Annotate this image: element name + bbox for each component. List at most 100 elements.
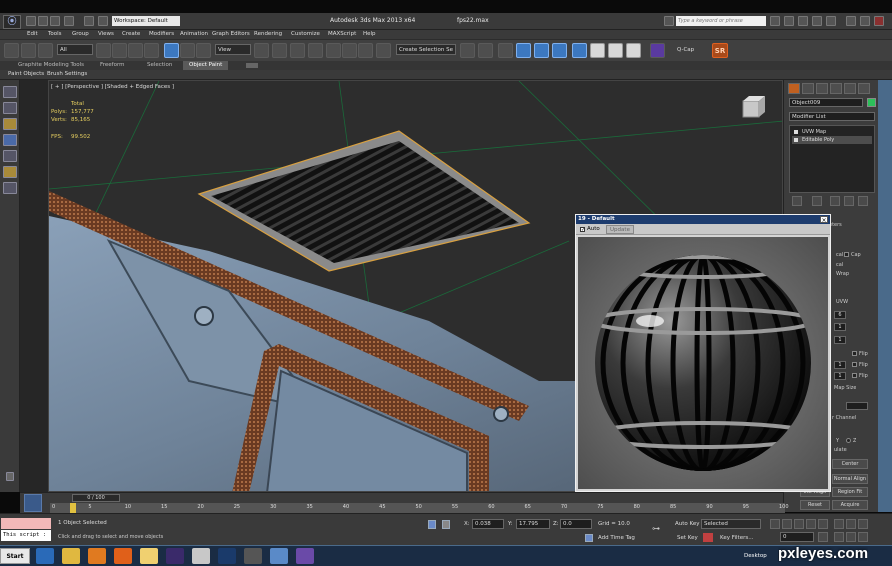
utility-icon[interactable] <box>3 182 17 194</box>
communication-icon[interactable] <box>798 16 808 26</box>
select-link-icon[interactable] <box>4 43 19 58</box>
preview-window-title[interactable]: 19 - Default <box>576 215 830 224</box>
rect-selection-icon[interactable] <box>128 43 143 58</box>
open-file-icon[interactable] <box>38 16 48 26</box>
menu-group[interactable]: Group <box>72 31 89 37</box>
reference-coord-dropdown[interactable]: View <box>215 44 251 55</box>
workspace-dropdown[interactable]: Workspace: Default <box>112 16 180 26</box>
close-icon[interactable] <box>874 16 884 26</box>
play-icon[interactable] <box>794 519 804 529</box>
menu-customize[interactable]: Customize <box>291 31 320 37</box>
search-input[interactable] <box>676 16 766 26</box>
u-tile-spinner[interactable]: 6 <box>834 311 846 319</box>
stack-item-uvw-map[interactable]: UVW Map <box>792 128 872 136</box>
auto-key-button[interactable]: Auto Key <box>675 521 700 527</box>
after-effects-icon[interactable] <box>166 548 184 564</box>
time-config-icon[interactable] <box>818 532 828 542</box>
modifier-list-dropdown[interactable]: Modifier List <box>789 112 875 121</box>
folder-icon[interactable] <box>62 548 80 564</box>
flip-w-checkbox[interactable] <box>852 373 857 378</box>
z-axis-radio[interactable] <box>846 438 851 443</box>
menu-maxscript[interactable]: MAXScript <box>328 31 356 37</box>
curve-editor-icon[interactable] <box>534 43 549 58</box>
3dsmax-icon[interactable] <box>244 548 262 564</box>
menu-modifiers[interactable]: Modifiers <box>149 31 174 37</box>
named-selection-set-dropdown[interactable]: Create Selection Se <box>396 44 456 55</box>
zoom-icon[interactable] <box>834 519 844 529</box>
auto-checkbox[interactable]: ✓ <box>580 227 585 233</box>
ribbon-options-icon[interactable] <box>246 63 258 68</box>
menu-tools[interactable]: Tools <box>48 31 62 37</box>
v-spinner[interactable]: 1 <box>834 372 846 380</box>
fov-icon[interactable] <box>834 532 844 542</box>
tab-selection[interactable]: Selection <box>147 62 172 68</box>
center-button[interactable]: Center <box>832 459 868 469</box>
pin-stack-icon[interactable] <box>792 196 802 206</box>
create-tab-icon[interactable] <box>788 83 800 94</box>
flip-u-checkbox[interactable] <box>852 351 857 356</box>
schematic-view-icon[interactable] <box>552 43 567 58</box>
photoshop-icon[interactable] <box>218 548 236 564</box>
menu-rendering[interactable]: Rendering <box>254 31 282 37</box>
goto-start-icon[interactable] <box>770 519 780 529</box>
spinner-snap-icon[interactable] <box>358 43 373 58</box>
motion-tab-icon[interactable] <box>830 83 842 94</box>
selection-lock-icon[interactable] <box>428 520 436 529</box>
sr-button[interactable]: SR <box>712 43 728 58</box>
timeline-toggle-icon[interactable] <box>24 494 42 512</box>
project-folder-icon[interactable] <box>98 16 108 26</box>
reset-button[interactable]: Reset <box>800 500 830 510</box>
network-icon[interactable] <box>270 548 288 564</box>
film-icon[interactable] <box>192 548 210 564</box>
tab-graphite-modeling[interactable]: Graphite Modeling Tools <box>18 62 84 68</box>
set-key-button[interactable]: Set Key <box>677 535 698 541</box>
firefox-icon[interactable] <box>114 548 132 564</box>
expand-icon[interactable] <box>6 472 14 481</box>
flip-v-checkbox[interactable] <box>852 362 857 367</box>
cap-checkbox[interactable] <box>844 252 849 257</box>
select-object-icon[interactable] <box>96 43 111 58</box>
minimize-icon[interactable] <box>846 16 856 26</box>
help-icon[interactable] <box>826 16 836 26</box>
tab-freeform[interactable]: Freeform <box>100 62 125 68</box>
qcap-label[interactable]: Q-Cap <box>677 47 694 53</box>
x-field[interactable]: 0.038 <box>472 519 504 529</box>
object-name-field[interactable] <box>789 98 863 107</box>
add-time-tag[interactable]: Add Time Tag <box>598 535 635 541</box>
normal-align-button[interactable]: Normal Align <box>832 474 868 484</box>
percent-snap-icon[interactable] <box>342 43 357 58</box>
key-filters-button[interactable]: Key Filters... <box>720 535 753 541</box>
unlink-icon[interactable] <box>21 43 36 58</box>
select-by-name-icon[interactable] <box>112 43 127 58</box>
select-move-icon[interactable] <box>164 43 179 58</box>
paint-objects-item[interactable]: Paint Objects <box>8 71 44 77</box>
window-min-icon[interactable] <box>664 16 674 26</box>
start-button[interactable]: Start <box>0 548 30 564</box>
tab-object-paint[interactable]: Object Paint <box>183 61 229 70</box>
window-crossing-icon[interactable] <box>144 43 159 58</box>
next-frame-icon[interactable] <box>806 519 816 529</box>
app-logo-icon[interactable]: ⦿ <box>3 15 21 29</box>
subscription-icon[interactable] <box>784 16 794 26</box>
region-fit-button[interactable]: Region Fit <box>832 487 868 497</box>
redo-icon[interactable] <box>84 16 94 26</box>
remove-modifier-icon[interactable] <box>844 196 854 206</box>
align-icon[interactable] <box>478 43 493 58</box>
playhead[interactable] <box>70 503 76 513</box>
hierarchy-tab-icon[interactable] <box>816 83 828 94</box>
menu-views[interactable]: Views <box>98 31 114 37</box>
explorer-icon[interactable] <box>140 548 158 564</box>
prev-frame-icon[interactable] <box>782 519 792 529</box>
edit-named-selection-icon[interactable] <box>376 43 391 58</box>
orbit-icon[interactable] <box>858 532 868 542</box>
material-sphere-view[interactable] <box>578 237 828 489</box>
u-spinner[interactable]: 1 <box>834 361 846 369</box>
acquire-button[interactable]: Acquire <box>832 500 868 510</box>
channel-spinner[interactable] <box>846 402 868 410</box>
search-icon[interactable] <box>770 16 780 26</box>
new-file-icon[interactable] <box>26 16 36 26</box>
manipulate-icon[interactable] <box>272 43 287 58</box>
absolute-mode-icon[interactable] <box>442 520 450 529</box>
menu-graph-editors[interactable]: Graph Editors <box>212 31 250 37</box>
scene-explorer-icon[interactable] <box>3 86 17 98</box>
